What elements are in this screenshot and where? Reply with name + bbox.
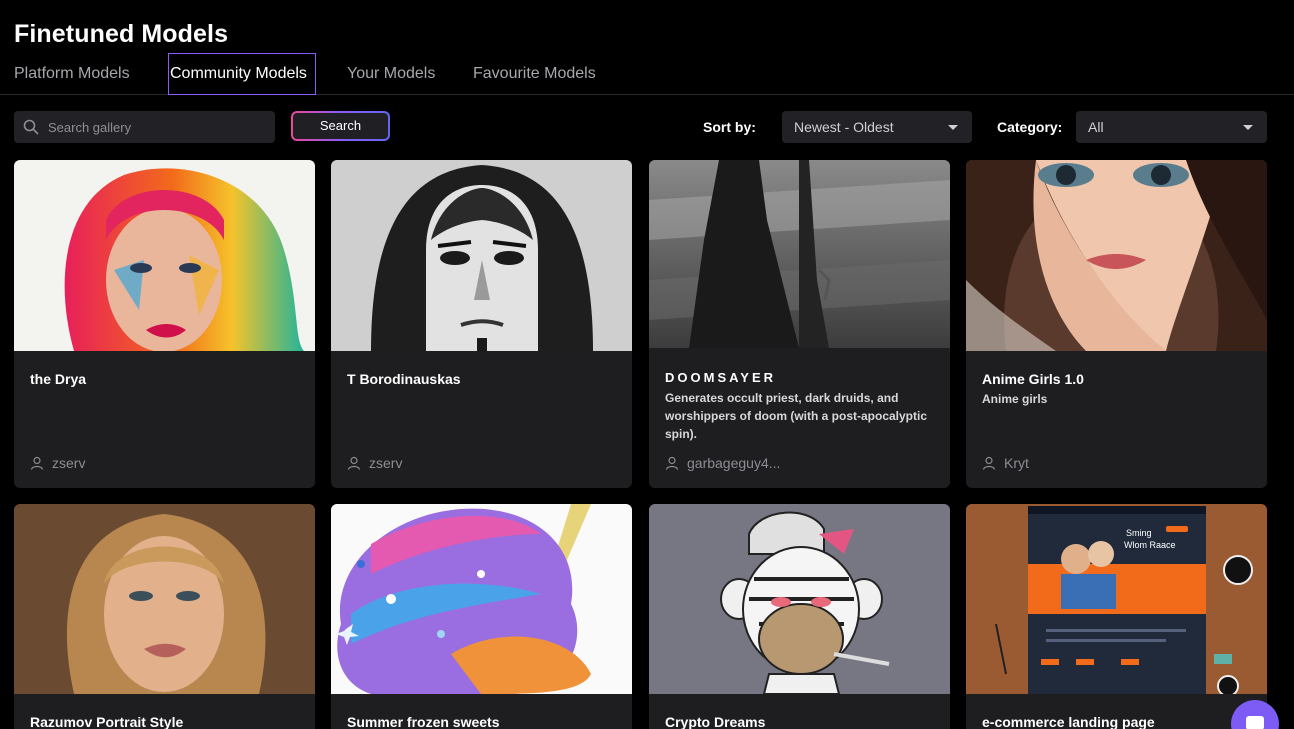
chevron-down-icon bbox=[1243, 125, 1253, 130]
model-card-t-borodinauskas[interactable]: T Borodinauskas zserv bbox=[331, 160, 632, 488]
mockup-heading: Wlom Raace bbox=[1124, 540, 1176, 550]
model-name: Summer frozen sweets bbox=[347, 714, 500, 729]
model-name: Razumov Portrait Style bbox=[30, 714, 184, 729]
model-name: DOOMSAYER bbox=[665, 370, 777, 385]
category-selected-value: All bbox=[1088, 119, 1104, 135]
model-description: Generates occult priest, dark druids, an… bbox=[665, 391, 928, 441]
user-icon bbox=[665, 456, 679, 470]
chevron-down-icon bbox=[948, 125, 958, 130]
model-thumbnail bbox=[966, 160, 1267, 351]
search-button[interactable]: Search bbox=[291, 111, 390, 141]
mockup-heading: Sming bbox=[1126, 528, 1152, 538]
model-author-name: zserv bbox=[369, 455, 403, 471]
model-thumbnail bbox=[14, 160, 315, 351]
tab-favourite-models[interactable]: Favourite Models bbox=[472, 53, 597, 95]
model-thumbnail bbox=[331, 504, 632, 694]
model-card-crypto-dreams[interactable]: Crypto Dreams bbox=[649, 504, 950, 729]
sort-label: Sort by: bbox=[703, 119, 756, 135]
model-name: e-commerce landing page bbox=[982, 714, 1155, 729]
model-card-anime-girls[interactable]: Anime Girls 1.0 Anime girls Kryt bbox=[966, 160, 1267, 488]
model-name: Crypto Dreams bbox=[665, 714, 766, 729]
sort-select[interactable]: Newest - Oldest bbox=[782, 111, 972, 143]
search-input[interactable] bbox=[48, 111, 268, 143]
model-thumbnail bbox=[14, 504, 315, 694]
tab-platform-models[interactable]: Platform Models bbox=[13, 53, 131, 95]
model-name: Anime Girls 1.0 bbox=[982, 371, 1084, 387]
tab-bar: Platform Models Community Models Your Mo… bbox=[0, 53, 1294, 95]
category-select[interactable]: All bbox=[1076, 111, 1267, 143]
user-icon bbox=[982, 456, 996, 470]
model-card-doomsayer[interactable]: DOOMSAYER Generates occult priest, dark … bbox=[649, 160, 950, 488]
model-card-e-commerce-landing-page[interactable]: Sming Wlom Raace e-commerce landing page bbox=[966, 504, 1267, 729]
model-thumbnail bbox=[649, 160, 950, 348]
search-icon bbox=[23, 119, 39, 135]
model-author-name: garbageguy4... bbox=[687, 455, 781, 471]
user-icon bbox=[347, 456, 361, 470]
model-card-summer-frozen-sweets[interactable]: Summer frozen sweets bbox=[331, 504, 632, 729]
model-thumbnail bbox=[331, 160, 632, 351]
model-name: T Borodinauskas bbox=[347, 371, 461, 387]
page-title: Finetuned Models bbox=[14, 20, 229, 48]
model-author-name: zserv bbox=[52, 455, 86, 471]
category-label: Category: bbox=[997, 119, 1063, 135]
tab-your-models[interactable]: Your Models bbox=[346, 53, 436, 95]
model-author-name: Kryt bbox=[1004, 455, 1029, 471]
model-description: Anime girls bbox=[982, 392, 1048, 406]
model-thumbnail: Sming Wlom Raace bbox=[966, 504, 1267, 694]
model-card-the-drya[interactable]: the Drya zserv bbox=[14, 160, 315, 488]
chat-icon bbox=[1246, 716, 1264, 729]
model-name: the Drya bbox=[30, 371, 87, 387]
model-card-razumov-portrait-style[interactable]: Razumov Portrait Style bbox=[14, 504, 315, 729]
sort-selected-value: Newest - Oldest bbox=[794, 119, 894, 135]
model-thumbnail bbox=[649, 504, 950, 694]
search-box bbox=[14, 111, 275, 143]
user-icon bbox=[30, 456, 44, 470]
tab-community-models[interactable]: Community Models bbox=[168, 53, 316, 95]
